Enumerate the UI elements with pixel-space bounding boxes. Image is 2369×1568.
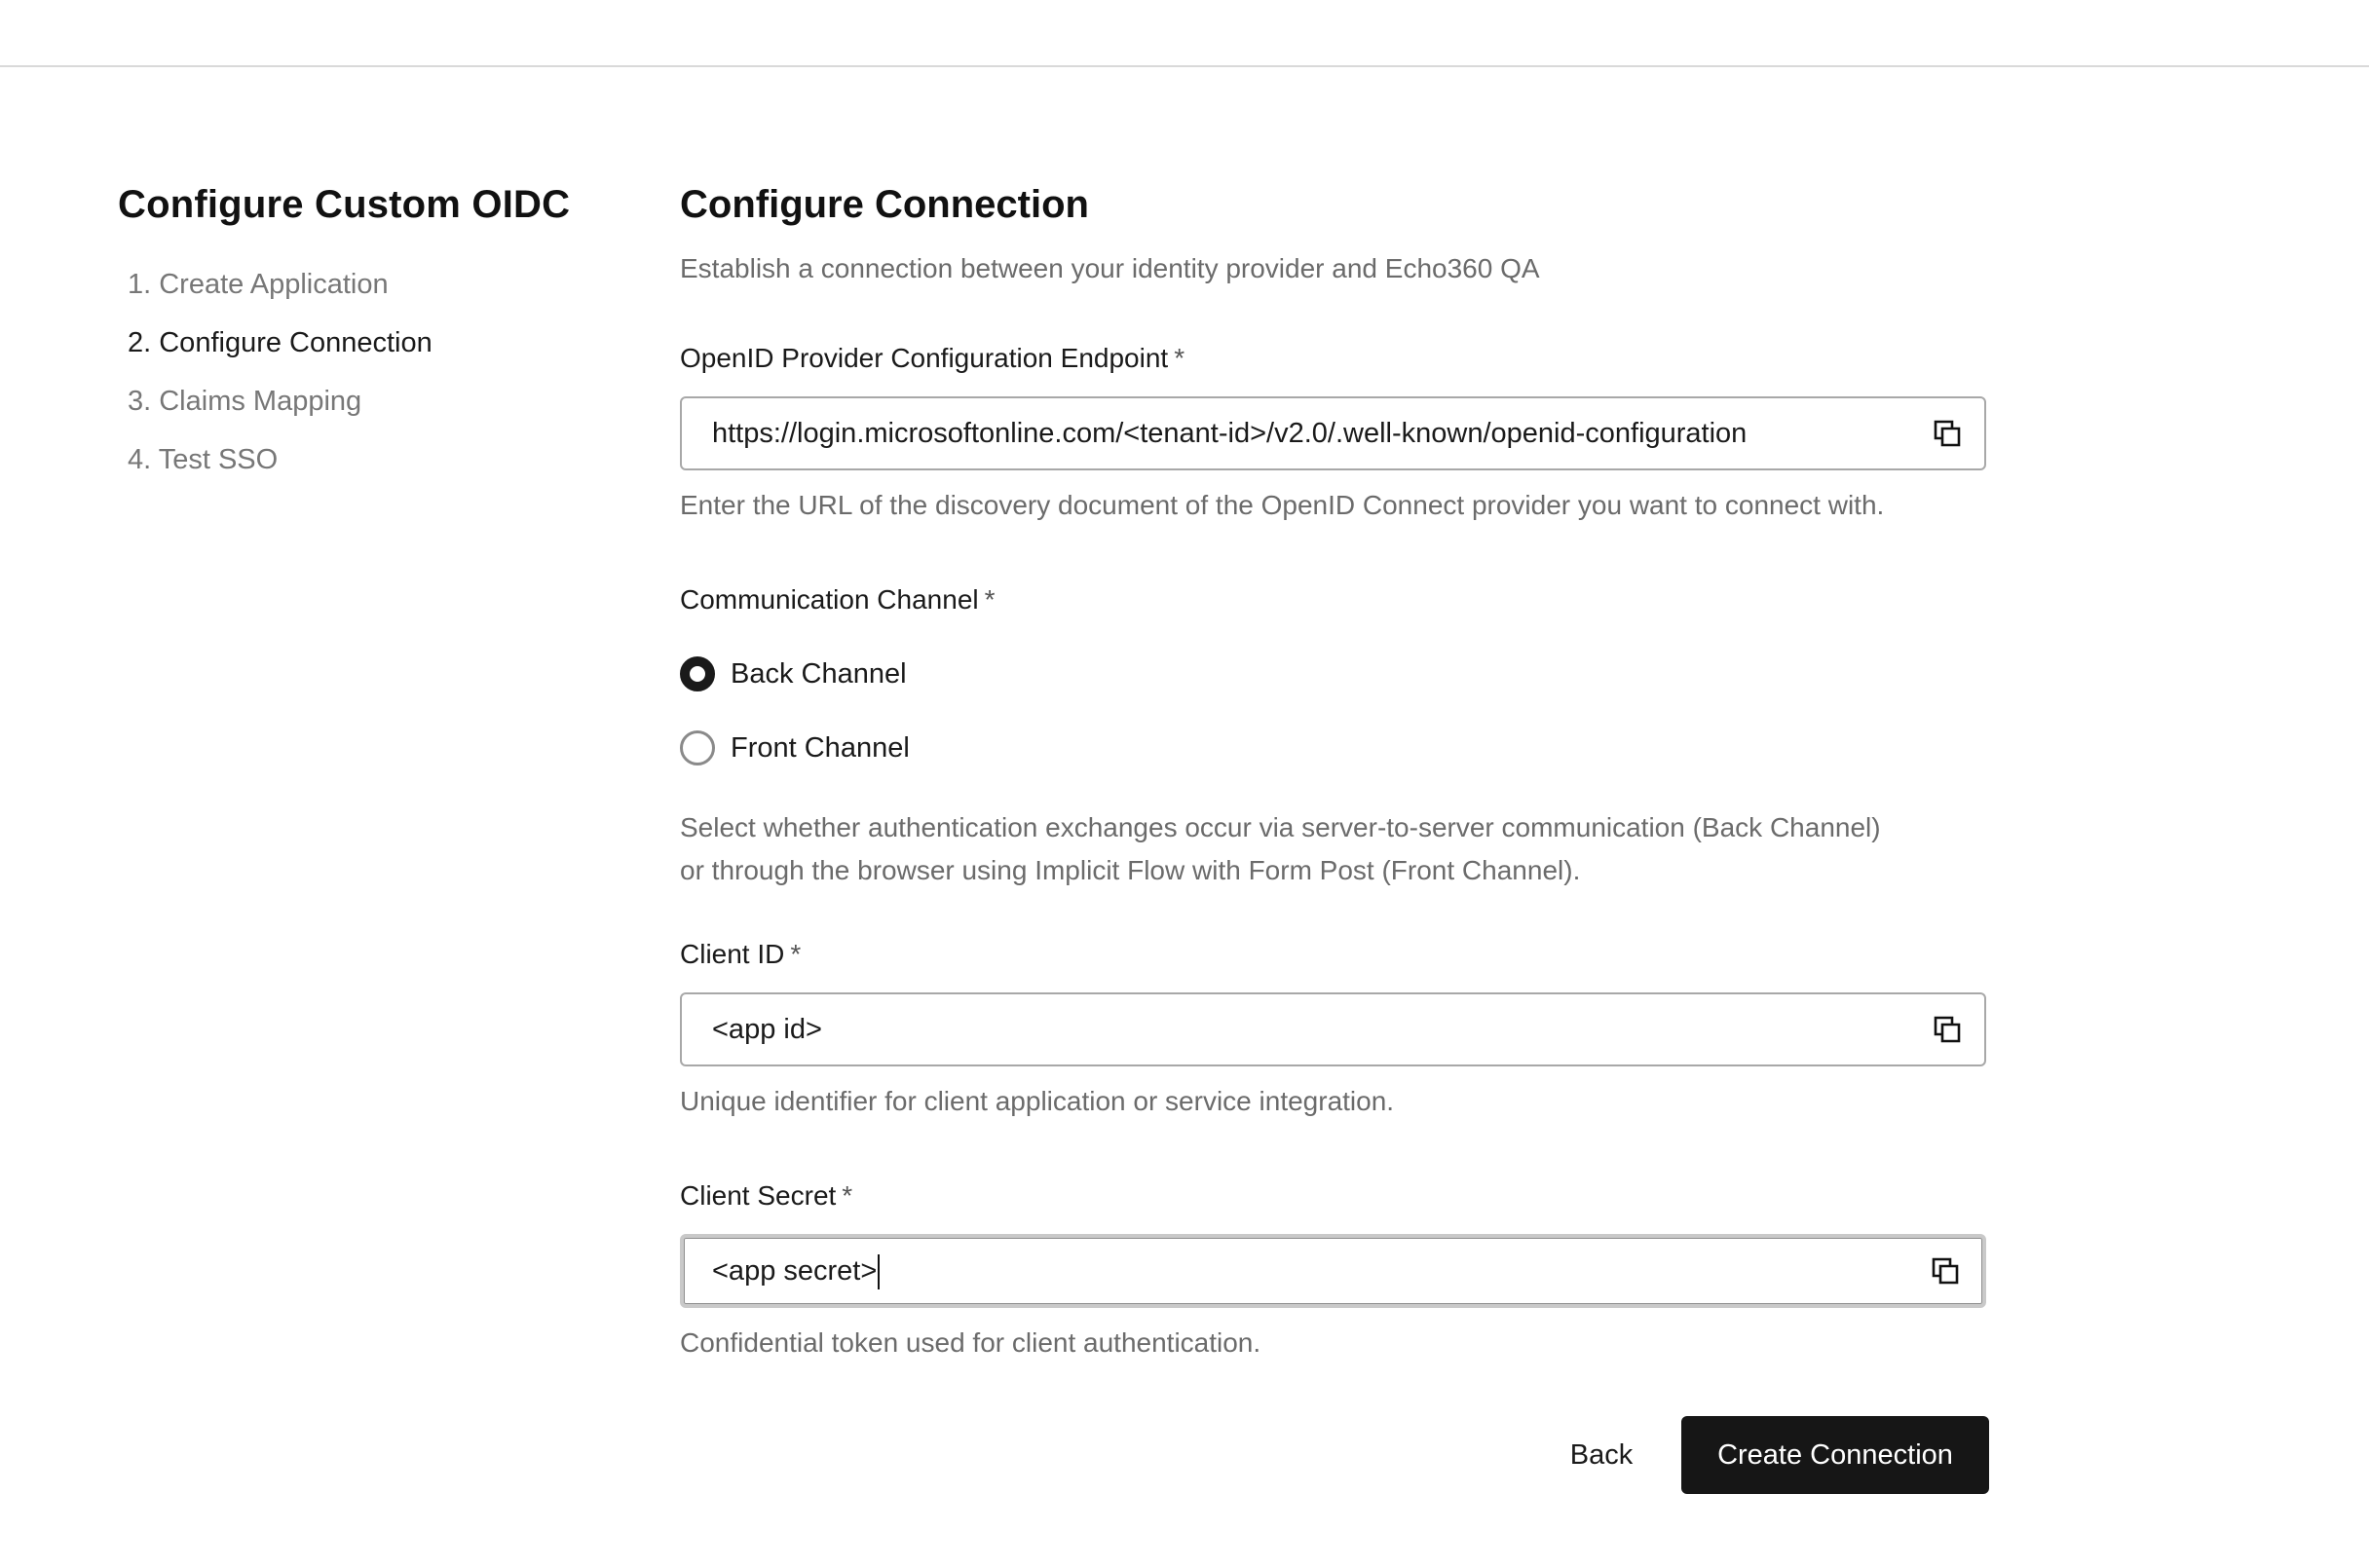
sidebar: Configure Custom OIDC 1. Create Applicat… — [118, 175, 624, 489]
channel-help-line-1: Select whether authentication exchanges … — [680, 812, 1881, 842]
radio-button-checked[interactable] — [680, 656, 715, 691]
client-secret-field: Client Secret * <app secret> Confidential… — [680, 1176, 1986, 1364]
endpoint-help: Enter the URL of the discovery document … — [680, 490, 1885, 520]
radio-back-channel[interactable]: Back Channel — [680, 645, 1881, 703]
copy-icon[interactable] — [1932, 1014, 1963, 1045]
channel-help-line-2: or through the browser using Implicit Fl… — [680, 855, 1581, 885]
client-id-label: Client ID * — [680, 935, 1986, 974]
main-panel: Configure Connection Establish a connect… — [680, 175, 1990, 1494]
client-secret-input-value[interactable]: <app secret> — [712, 1255, 877, 1287]
client-id-label-text: Client ID — [680, 939, 785, 969]
step-claims-mapping[interactable]: 3. Claims Mapping — [128, 372, 624, 430]
channel-radio-group: Back Channel Front Channel — [680, 645, 1881, 777]
back-button[interactable]: Back — [1549, 1416, 1654, 1494]
client-id-input-value[interactable]: <app id> — [712, 994, 1910, 1064]
client-secret-help: Confidential token used for client authe… — [680, 1327, 1261, 1358]
required-marker: * — [984, 584, 996, 615]
client-secret-input-wrap[interactable]: <app secret> — [712, 1238, 1910, 1304]
create-connection-button[interactable]: Create Connection — [1681, 1416, 1989, 1494]
channel-label: Communication Channel * — [680, 580, 1881, 619]
page-subtitle: Establish a connection between your iden… — [680, 253, 1540, 283]
client-secret-input[interactable]: <app secret> — [680, 1234, 1986, 1308]
radio-front-channel-label[interactable]: Front Channel — [731, 732, 910, 765]
sidebar-title: Configure Custom OIDC — [118, 183, 571, 226]
radio-back-channel-label[interactable]: Back Channel — [731, 658, 907, 691]
channel-help: Select whether authentication exchanges … — [680, 806, 1881, 892]
step-create-application[interactable]: 1. Create Application — [128, 255, 624, 314]
client-secret-label-text: Client Secret — [680, 1180, 837, 1211]
endpoint-input-value[interactable]: https://login.microsoftonline.com/<tenan… — [712, 398, 1910, 468]
top-bar — [0, 0, 2369, 67]
step-test-sso[interactable]: 4. Test SSO — [128, 430, 624, 489]
form-actions: Back Create Connection — [680, 1416, 1989, 1494]
client-id-input[interactable]: <app id> — [680, 992, 1986, 1066]
required-marker: * — [790, 939, 802, 969]
client-id-help: Unique identifier for client application… — [680, 1086, 1395, 1116]
endpoint-field: OpenID Provider Configuration Endpoint * … — [680, 339, 1986, 527]
step-configure-connection[interactable]: 2. Configure Connection — [128, 314, 624, 372]
endpoint-label: OpenID Provider Configuration Endpoint * — [680, 339, 1986, 378]
radio-button-unchecked[interactable] — [680, 730, 715, 765]
page-title: Configure Connection — [680, 183, 1089, 226]
copy-icon[interactable] — [1932, 418, 1963, 449]
client-id-field: Client ID * <app id> Unique identifier fo… — [680, 935, 1986, 1123]
channel-label-text: Communication Channel — [680, 584, 979, 615]
channel-field: Communication Channel * Back Channel Fron… — [680, 580, 1881, 892]
endpoint-label-text: OpenID Provider Configuration Endpoint — [680, 343, 1169, 373]
endpoint-input[interactable]: https://login.microsoftonline.com/<tenan… — [680, 396, 1986, 470]
text-caret — [878, 1254, 881, 1290]
radio-front-channel[interactable]: Front Channel — [680, 719, 1881, 777]
client-secret-label: Client Secret * — [680, 1176, 1986, 1215]
steps-list: 1. Create Application 2. Configure Conne… — [128, 255, 624, 489]
required-marker: * — [842, 1180, 853, 1211]
required-marker: * — [1174, 343, 1185, 373]
copy-icon[interactable] — [1930, 1255, 1961, 1287]
